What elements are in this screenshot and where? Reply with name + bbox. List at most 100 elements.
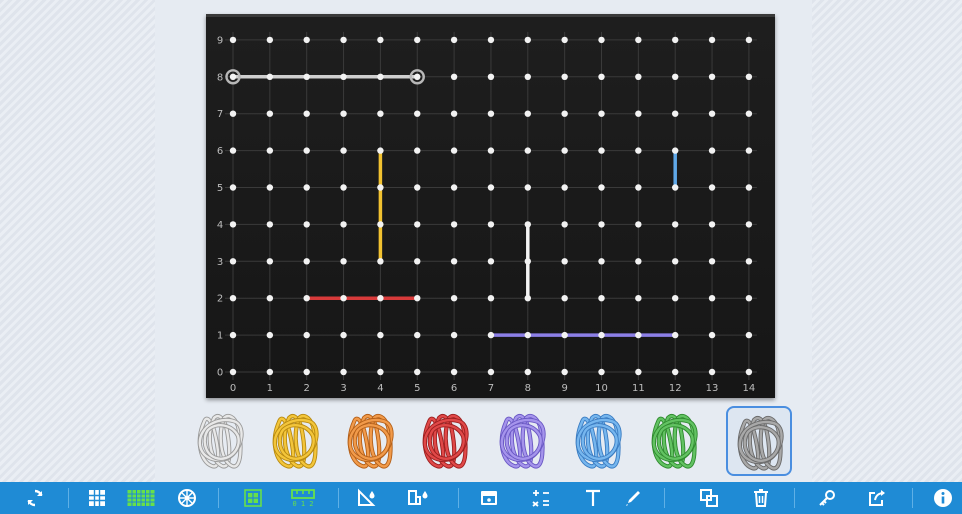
peg[interactable] — [745, 368, 753, 376]
peg[interactable] — [414, 368, 421, 376]
peg[interactable] — [450, 331, 458, 339]
geoboard[interactable]: 0 1 2 3 4 5 6 7 8 9 10 11 12 13 14 0 1 2 3 4 5 6 7 8 9 — [206, 14, 775, 398]
peg[interactable] — [708, 221, 716, 228]
peg[interactable] — [340, 184, 347, 191]
peg[interactable] — [229, 295, 237, 302]
ruler-icon[interactable]: 0 1 2 — [286, 482, 320, 514]
peg[interactable] — [229, 73, 237, 80]
peg[interactable] — [745, 331, 753, 339]
peg[interactable] — [524, 36, 531, 44]
peg[interactable] — [450, 184, 458, 191]
peg[interactable] — [377, 221, 384, 228]
peg[interactable] — [450, 295, 458, 302]
peg[interactable] — [266, 73, 274, 80]
peg[interactable] — [303, 110, 310, 117]
peg[interactable] — [598, 295, 605, 302]
fill-shape-icon[interactable] — [352, 482, 382, 514]
peg[interactable] — [266, 147, 274, 154]
peg[interactable] — [598, 368, 605, 376]
duplicate-icon[interactable] — [694, 482, 724, 514]
peg[interactable] — [266, 36, 274, 44]
peg[interactable] — [635, 184, 642, 191]
peg[interactable] — [450, 36, 458, 44]
peg[interactable] — [414, 221, 421, 228]
peg[interactable] — [745, 110, 753, 117]
text-tool-icon[interactable] — [578, 482, 608, 514]
peg[interactable] — [524, 73, 531, 80]
peg[interactable] — [450, 73, 458, 80]
circular-board-icon[interactable] — [172, 482, 202, 514]
peg[interactable] — [377, 258, 384, 265]
peg[interactable] — [598, 258, 605, 265]
peg[interactable] — [266, 331, 274, 339]
peg[interactable] — [524, 295, 531, 302]
peg[interactable] — [229, 368, 237, 376]
peg[interactable] — [672, 331, 679, 339]
peg[interactable] — [672, 221, 679, 228]
purple-band-swatch[interactable] — [490, 406, 556, 476]
peg[interactable] — [635, 221, 642, 228]
peg[interactable] — [414, 184, 421, 191]
peg[interactable] — [229, 258, 237, 265]
peg[interactable] — [266, 368, 274, 376]
peg[interactable] — [672, 147, 679, 154]
peg[interactable] — [635, 36, 642, 44]
peg[interactable] — [708, 368, 716, 376]
peg[interactable] — [598, 147, 605, 154]
peg[interactable] — [487, 368, 495, 376]
small-grid-icon[interactable] — [82, 482, 112, 514]
peg[interactable] — [561, 36, 568, 44]
peg[interactable] — [377, 295, 384, 302]
peg[interactable] — [708, 295, 716, 302]
peg[interactable] — [561, 258, 568, 265]
peg[interactable] — [524, 331, 531, 339]
peg[interactable] — [745, 258, 753, 265]
peg[interactable] — [450, 110, 458, 117]
peg[interactable] — [672, 110, 679, 117]
peg[interactable] — [340, 36, 347, 44]
peg[interactable] — [487, 184, 495, 191]
gray-band-swatch[interactable] — [726, 406, 792, 476]
peg[interactable] — [745, 221, 753, 228]
peg[interactable] — [377, 368, 384, 376]
peg[interactable] — [340, 73, 347, 80]
peg[interactable] — [672, 258, 679, 265]
peg[interactable] — [708, 36, 716, 44]
peg[interactable] — [340, 331, 347, 339]
peg[interactable] — [303, 184, 310, 191]
peg[interactable] — [672, 368, 679, 376]
reset-icon[interactable] — [20, 482, 50, 514]
peg[interactable] — [377, 147, 384, 154]
peg[interactable] — [303, 331, 310, 339]
peg[interactable] — [229, 221, 237, 228]
orange-band-swatch[interactable] — [338, 406, 404, 476]
red-band-swatch[interactable] — [413, 406, 479, 476]
peg[interactable] — [229, 331, 237, 339]
peg[interactable] — [598, 221, 605, 228]
peg[interactable] — [487, 221, 495, 228]
peg[interactable] — [745, 73, 753, 80]
peg[interactable] — [524, 368, 531, 376]
peg[interactable] — [561, 331, 568, 339]
grid-lines-icon[interactable] — [238, 482, 268, 514]
peg[interactable] — [745, 295, 753, 302]
fill-all-icon[interactable] — [404, 482, 434, 514]
peg[interactable] — [229, 147, 237, 154]
peg[interactable] — [414, 295, 421, 302]
peg[interactable] — [303, 36, 310, 44]
peg[interactable] — [561, 221, 568, 228]
peg[interactable] — [303, 258, 310, 265]
peg[interactable] — [340, 368, 347, 376]
peg[interactable] — [708, 147, 716, 154]
peg[interactable] — [635, 368, 642, 376]
info-icon[interactable] — [928, 482, 958, 514]
peg[interactable] — [745, 147, 753, 154]
peg[interactable] — [524, 221, 531, 228]
peg[interactable] — [708, 73, 716, 80]
peg[interactable] — [487, 36, 495, 44]
peg[interactable] — [303, 221, 310, 228]
peg[interactable] — [340, 110, 347, 117]
peg[interactable] — [414, 36, 421, 44]
peg[interactable] — [450, 368, 458, 376]
peg[interactable] — [229, 110, 237, 117]
